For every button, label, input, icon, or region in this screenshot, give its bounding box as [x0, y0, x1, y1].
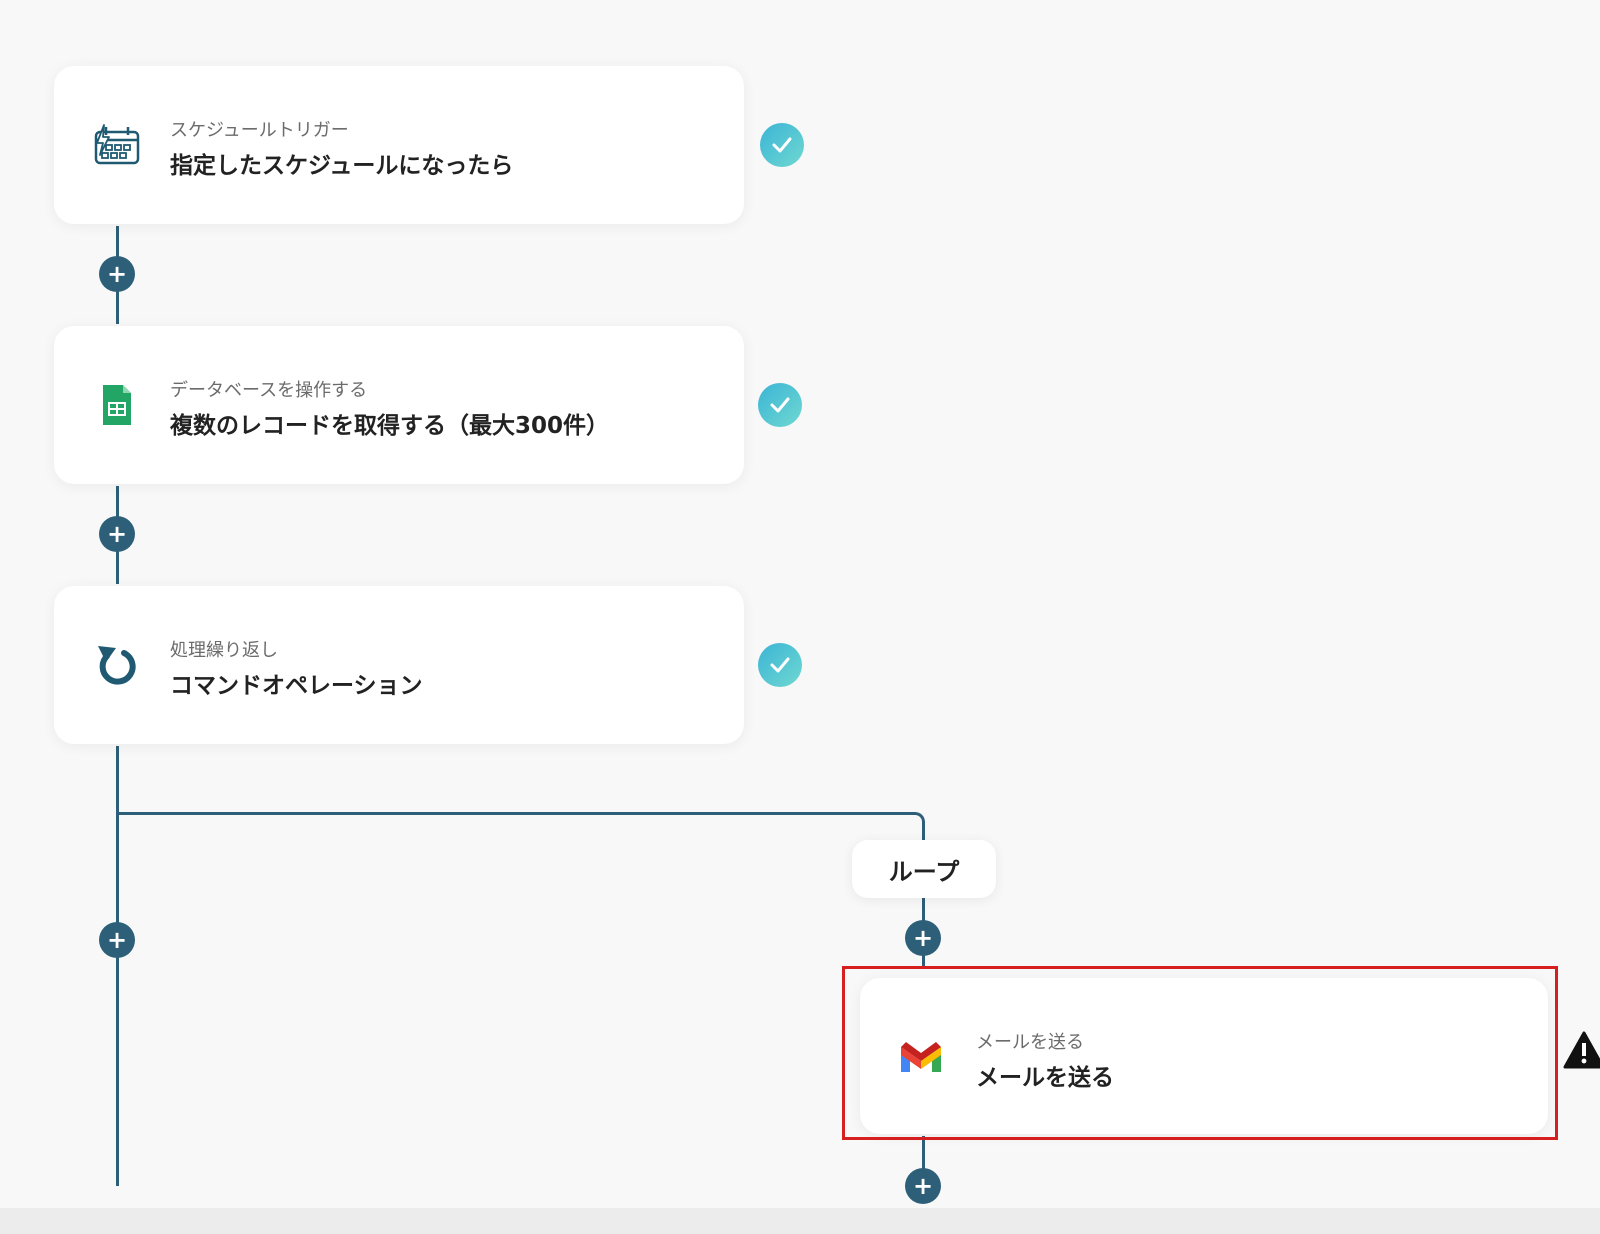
step-card-loop-process[interactable]: 処理繰り返し コマンドオペレーション — [54, 586, 744, 744]
step-category: データベースを操作する — [170, 380, 368, 401]
step-card-database-operation[interactable]: データベースを操作する 複数のレコードを取得する（最大300件） — [54, 326, 744, 484]
loop-branch-line — [119, 812, 925, 840]
step-category: 処理繰り返し — [170, 640, 278, 661]
google-sheets-icon — [92, 381, 142, 429]
step-category: スケジュールトリガー — [170, 120, 349, 141]
schedule-calendar-icon — [92, 121, 142, 169]
step-title: 複数のレコードを取得する（最大300件） — [170, 413, 610, 439]
step-complete-check-icon — [758, 383, 802, 427]
workflow-canvas: スケジュールトリガー 指定したスケジュールになったら + データベースを操作する… — [0, 0, 1600, 1234]
add-step-button[interactable]: + — [99, 922, 135, 958]
loop-label[interactable]: ループ — [852, 840, 996, 898]
selected-step-highlight — [842, 966, 1558, 1140]
add-loop-step-button[interactable]: + — [905, 920, 941, 956]
add-step-button[interactable]: + — [99, 256, 135, 292]
step-complete-check-icon — [760, 123, 804, 167]
add-step-button[interactable]: + — [99, 516, 135, 552]
add-loop-step-button[interactable]: + — [905, 1168, 941, 1204]
step-card-schedule-trigger[interactable]: スケジュールトリガー 指定したスケジュールになったら — [54, 66, 744, 224]
step-title: コマンドオペレーション — [170, 673, 423, 699]
warning-icon[interactable] — [1563, 1030, 1600, 1072]
step-title: 指定したスケジュールになったら — [170, 153, 514, 179]
bottom-band — [0, 1208, 1600, 1234]
loop-arrow-icon — [92, 641, 142, 689]
step-complete-check-icon — [758, 643, 802, 687]
